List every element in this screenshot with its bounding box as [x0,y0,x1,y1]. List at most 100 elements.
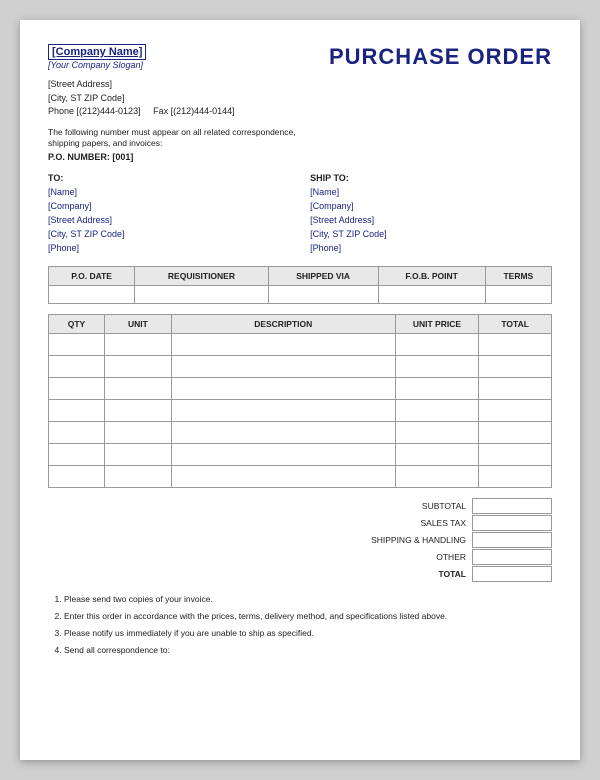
totals-section: SUBTOTAL SALES TAX SHIPPING & HANDLING O… [48,498,552,583]
item-row[interactable] [49,333,552,355]
price-cell[interactable] [395,465,479,487]
col-requisitioner: REQUISITIONER [135,266,269,285]
company-fax: Fax [(212)444-0144] [153,106,235,116]
to-phone: [Phone] [48,242,290,256]
to-name: [Name] [48,186,290,200]
footer-item-3: Please notify us immediately if you are … [64,627,552,640]
desc-cell[interactable] [171,421,395,443]
qty-cell[interactable] [49,377,105,399]
total-cell[interactable] [479,443,552,465]
item-row[interactable] [49,421,552,443]
shipping-label: SHIPPING & HANDLING [342,535,472,545]
order-info-table: P.O. DATE REQUISITIONER SHIPPED VIA F.O.… [48,266,552,304]
qty-cell[interactable] [49,355,105,377]
col-fob-point: F.O.B. POINT [378,266,485,285]
to-label: TO: [48,172,290,186]
company-phone: Phone [(212)444-0123] [48,106,141,116]
requisitioner-cell[interactable] [135,285,269,303]
company-address: [Street Address] [City, ST ZIP Code] Pho… [48,78,552,119]
ship-to-phone: [Phone] [310,242,552,256]
col-unit-price: UNIT PRICE [395,314,479,333]
to-ship-row: TO: [Name] [Company] [Street Address] [C… [48,172,552,256]
company-city: [City, ST ZIP Code] [48,92,552,106]
item-row[interactable] [49,465,552,487]
desc-cell[interactable] [171,355,395,377]
col-unit: UNIT [104,314,171,333]
subtotal-label: SUBTOTAL [342,501,472,511]
price-cell[interactable] [395,443,479,465]
total-cell[interactable] [479,421,552,443]
to-street: [Street Address] [48,214,290,228]
item-row[interactable] [49,443,552,465]
footer-notes: Please send two copies of your invoice. … [48,593,552,658]
terms-cell[interactable] [485,285,551,303]
unit-cell[interactable] [104,465,171,487]
total-cell[interactable] [479,333,552,355]
desc-cell[interactable] [171,399,395,421]
shipping-value[interactable] [472,532,552,548]
other-value[interactable] [472,549,552,565]
col-po-date: P.O. DATE [49,266,135,285]
qty-cell[interactable] [49,399,105,421]
purchase-order-page: [Company Name] [Your Company Slogan] PUR… [20,20,580,760]
other-label: OTHER [342,552,472,562]
item-row[interactable] [49,399,552,421]
unit-cell[interactable] [104,421,171,443]
po-number: P.O. NUMBER: [001] [48,152,552,162]
fob-point-cell[interactable] [378,285,485,303]
unit-cell[interactable] [104,377,171,399]
ship-to-section: SHIP TO: [Name] [Company] [Street Addres… [310,172,552,256]
total-cell[interactable] [479,377,552,399]
total-row: TOTAL [342,566,552,582]
desc-cell[interactable] [171,443,395,465]
col-shipped-via: SHIPPED VIA [268,266,378,285]
company-name: [Company Name] [48,44,146,60]
item-row[interactable] [49,355,552,377]
unit-cell[interactable] [104,443,171,465]
qty-cell[interactable] [49,465,105,487]
shipped-via-cell[interactable] [268,285,378,303]
desc-cell[interactable] [171,465,395,487]
order-info-row[interactable] [49,285,552,303]
ship-to-label: SHIP TO: [310,172,552,186]
notice-text: The following number must appear on all … [48,127,308,151]
qty-cell[interactable] [49,333,105,355]
company-street: [Street Address] [48,78,552,92]
col-qty: QTY [49,314,105,333]
total-value[interactable] [472,566,552,582]
price-cell[interactable] [395,377,479,399]
to-city: [City, ST ZIP Code] [48,228,290,242]
total-cell[interactable] [479,465,552,487]
company-block: [Company Name] [Your Company Slogan] [48,44,146,70]
subtotal-value[interactable] [472,498,552,514]
ship-to-city: [City, ST ZIP Code] [310,228,552,242]
qty-cell[interactable] [49,421,105,443]
sales-tax-value[interactable] [472,515,552,531]
unit-cell[interactable] [104,333,171,355]
po-date-cell[interactable] [49,285,135,303]
qty-cell[interactable] [49,443,105,465]
footer-item-2: Enter this order in accordance with the … [64,610,552,623]
col-terms: TERMS [485,266,551,285]
item-row[interactable] [49,377,552,399]
sales-tax-row: SALES TAX [342,515,552,531]
total-cell[interactable] [479,355,552,377]
price-cell[interactable] [395,399,479,421]
shipping-row: SHIPPING & HANDLING [342,532,552,548]
to-section: TO: [Name] [Company] [Street Address] [C… [48,172,290,256]
footer-item-1: Please send two copies of your invoice. [64,593,552,606]
price-cell[interactable] [395,421,479,443]
total-label: TOTAL [342,569,472,579]
company-phone-fax: Phone [(212)444-0123] Fax [(212)444-0144… [48,105,552,119]
footer-item-4: Send all correspondence to: [64,644,552,657]
unit-cell[interactable] [104,399,171,421]
total-cell[interactable] [479,399,552,421]
price-cell[interactable] [395,355,479,377]
sales-tax-label: SALES TAX [342,518,472,528]
desc-cell[interactable] [171,377,395,399]
unit-cell[interactable] [104,355,171,377]
col-total: TOTAL [479,314,552,333]
desc-cell[interactable] [171,333,395,355]
to-company: [Company] [48,200,290,214]
price-cell[interactable] [395,333,479,355]
